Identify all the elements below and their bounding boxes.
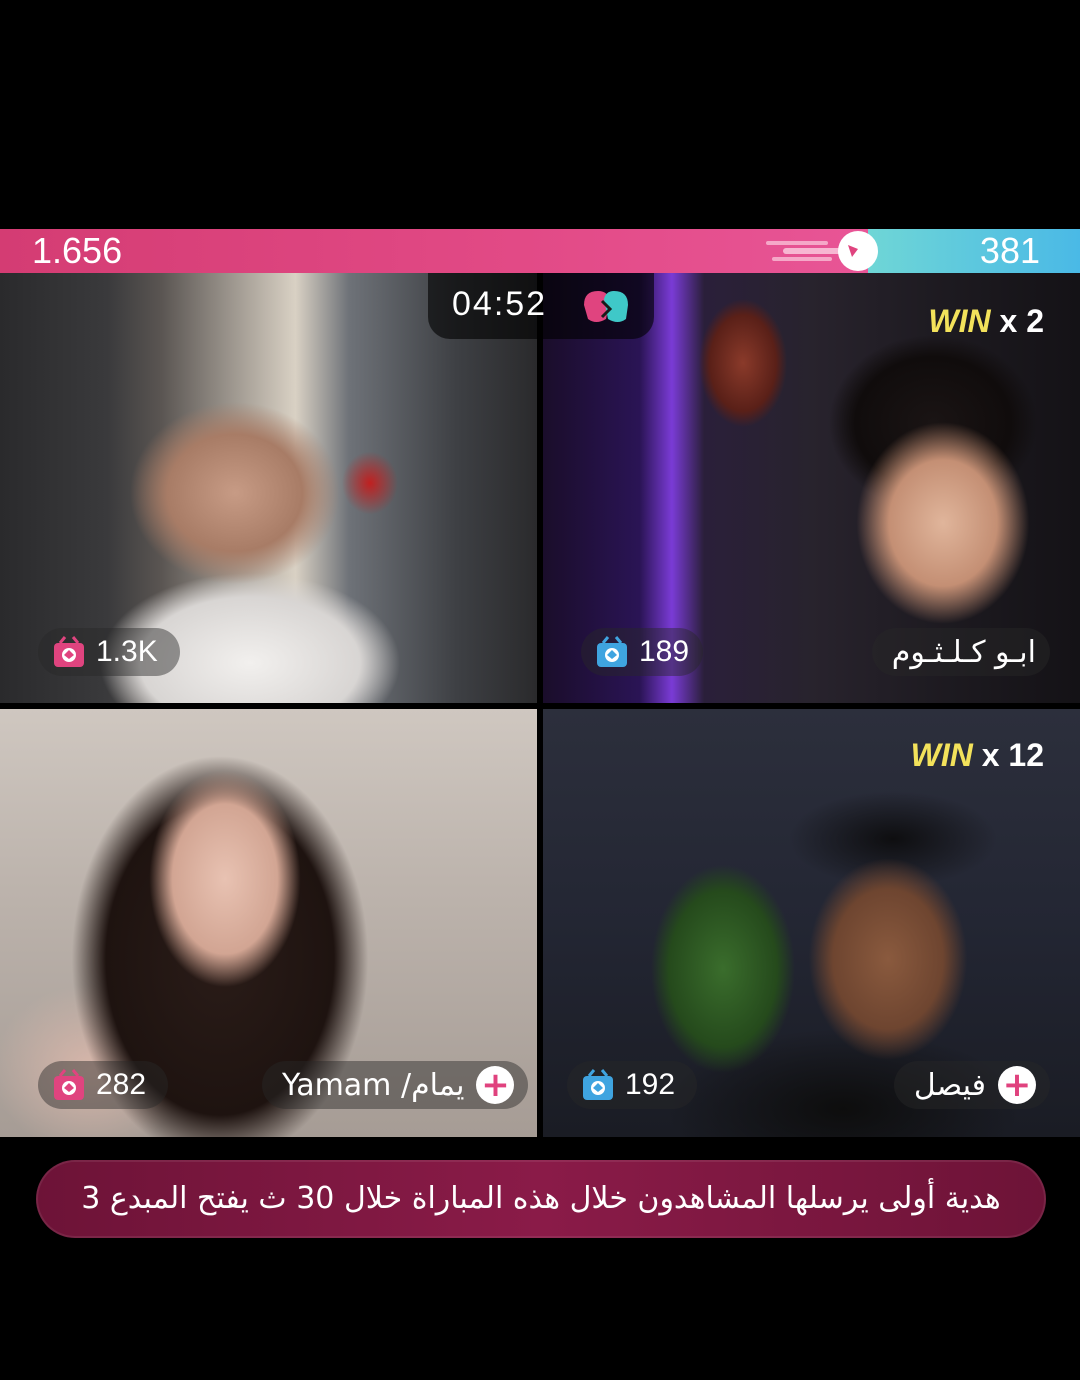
gift-counter-4: 192 bbox=[567, 1061, 698, 1109]
gift-icon bbox=[583, 1069, 613, 1100]
gift-counter-3: 282 bbox=[38, 1061, 169, 1109]
timer-value: 04:52 bbox=[452, 285, 548, 323]
gift-count: 189 bbox=[639, 635, 690, 668]
gift-icon bbox=[54, 636, 84, 667]
right-team-score-fill bbox=[868, 229, 1080, 273]
gift-counter-1: 1.3K bbox=[38, 628, 180, 676]
left-team-score: 1.656 bbox=[32, 230, 123, 271]
boxing-gloves-icon bbox=[584, 291, 628, 322]
win-streak-badge-2: WIN x 2 bbox=[928, 303, 1044, 339]
gift-icon bbox=[54, 1069, 84, 1100]
gift-counter-2: 189 bbox=[581, 628, 704, 676]
gift-promo-banner[interactable]: هدية أولى يرسلها المشاهدون خلال هذه المب… bbox=[36, 1160, 1046, 1238]
battle-timer: 04:52 bbox=[428, 273, 654, 339]
banner-text: هدية أولى يرسلها المشاهدون خلال هذه المب… bbox=[81, 1181, 1001, 1216]
gift-count: 1.3K bbox=[96, 635, 158, 668]
right-team-score: 381 bbox=[979, 230, 1040, 271]
participant-name-3: Yamam /يمام + bbox=[262, 1061, 529, 1109]
score-divider-icon bbox=[766, 231, 878, 271]
left-team-score-fill bbox=[0, 229, 868, 273]
win-streak-badge-4: WIN x 12 bbox=[910, 737, 1044, 773]
participant-tile-4[interactable]: WIN x 12 192 فيصل + bbox=[543, 709, 1080, 1137]
gift-icon bbox=[597, 636, 627, 667]
battle-score-bar: 1.656 381 bbox=[0, 229, 1080, 273]
participant-name-4: فيصل + bbox=[893, 1061, 1050, 1109]
participant-name-2: ابـو كـلـثـوم bbox=[871, 628, 1050, 676]
follow-plus-icon[interactable]: + bbox=[998, 1066, 1036, 1104]
participant-tile-3[interactable]: 282 Yamam /يمام + bbox=[0, 709, 537, 1137]
gift-count: 192 bbox=[625, 1068, 676, 1101]
follow-plus-icon[interactable]: + bbox=[476, 1066, 515, 1104]
gift-count: 282 bbox=[96, 1068, 147, 1101]
